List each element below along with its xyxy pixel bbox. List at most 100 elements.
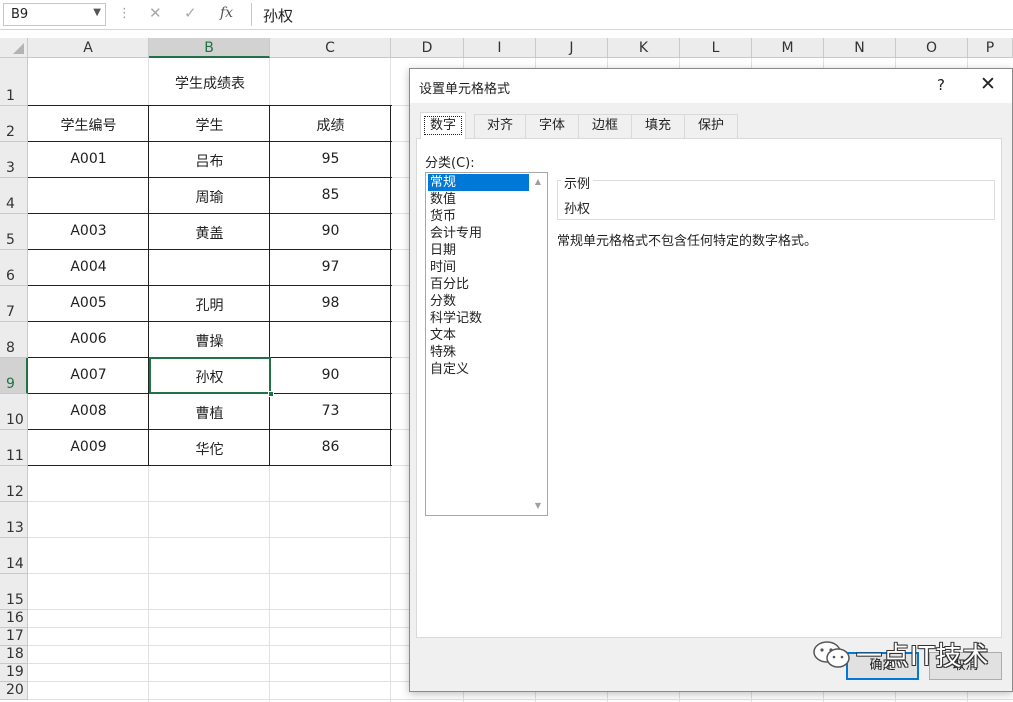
- sample-group: [557, 180, 995, 220]
- category-item-scientific[interactable]: 科学记数: [428, 310, 529, 327]
- column-header-p[interactable]: P: [968, 38, 1013, 58]
- table-cell[interactable]: A004: [28, 259, 149, 275]
- sample-label: 示例: [561, 173, 594, 192]
- table-cell[interactable]: A003: [28, 223, 149, 239]
- table-cell[interactable]: 华佗: [149, 439, 270, 459]
- row-header-13[interactable]: 13: [0, 502, 28, 538]
- category-label: 分类(C):: [425, 156, 475, 171]
- tab-protection[interactable]: 保护: [684, 114, 738, 138]
- header-cell[interactable]: 学生编号: [28, 115, 149, 135]
- name-box[interactable]: B9 ▼: [3, 3, 106, 26]
- table-cell[interactable]: 85: [270, 187, 391, 203]
- tab-number[interactable]: 数字: [420, 112, 466, 139]
- table-cell[interactable]: A005: [28, 295, 149, 311]
- row-header-2[interactable]: 2: [0, 106, 28, 142]
- row-header-5[interactable]: 5: [0, 214, 28, 250]
- row-header-10[interactable]: 10: [0, 394, 28, 430]
- column-header-c[interactable]: C: [270, 38, 391, 58]
- header-cell[interactable]: 成绩: [270, 115, 391, 135]
- column-header-a[interactable]: A: [28, 38, 149, 58]
- tab-font[interactable]: 字体: [525, 114, 579, 138]
- table-cell[interactable]: A001: [28, 151, 149, 167]
- row-number: 12: [6, 484, 24, 500]
- table-cell[interactable]: 95: [270, 151, 391, 167]
- table-cell[interactable]: 黄盖: [149, 223, 270, 243]
- category-item-date[interactable]: 日期: [428, 242, 529, 259]
- table-border: [28, 249, 392, 250]
- chevron-down-icon[interactable]: ▼: [93, 7, 101, 18]
- row-header-18[interactable]: 18: [0, 646, 28, 664]
- confirm-entry-icon[interactable]: ✓: [184, 4, 197, 22]
- tab-alignment[interactable]: 对齐: [474, 114, 526, 138]
- category-item-general[interactable]: 常规: [428, 174, 529, 191]
- row-header-19[interactable]: 19: [0, 664, 28, 682]
- category-item-percentage[interactable]: 百分比: [428, 276, 529, 293]
- category-item-fraction[interactable]: 分数: [428, 293, 529, 310]
- category-item-currency[interactable]: 货币: [428, 208, 529, 225]
- column-header-o[interactable]: O: [896, 38, 968, 58]
- insert-function-button[interactable]: fx: [220, 5, 233, 21]
- category-item-number[interactable]: 数值: [428, 191, 529, 208]
- row-header-7[interactable]: 7: [0, 286, 28, 322]
- row-number: 6: [6, 268, 15, 284]
- row-header-1[interactable]: 1: [0, 58, 28, 106]
- category-item-special[interactable]: 特殊: [428, 344, 529, 361]
- cancel-entry-icon[interactable]: ✕: [149, 4, 162, 22]
- row-header-20[interactable]: 20: [0, 682, 28, 700]
- table-cell[interactable]: A008: [28, 403, 149, 419]
- column-header-n[interactable]: N: [824, 38, 896, 58]
- row-header-14[interactable]: 14: [0, 538, 28, 574]
- category-item-accounting[interactable]: 会计专用: [428, 225, 529, 242]
- table-cell[interactable]: A009: [28, 439, 149, 455]
- table-cell[interactable]: 曹植: [149, 403, 270, 423]
- row-header-11[interactable]: 11: [0, 430, 28, 466]
- table-cell[interactable]: A007: [28, 367, 149, 383]
- column-header-i[interactable]: I: [464, 38, 536, 58]
- table-cell[interactable]: 周瑜: [149, 187, 270, 207]
- formula-input[interactable]: 孙权: [251, 3, 1011, 26]
- row-header-9[interactable]: 9: [0, 358, 28, 394]
- select-all-button[interactable]: [0, 38, 28, 58]
- table-cell[interactable]: 曹操: [149, 331, 270, 351]
- row-header-17[interactable]: 17: [0, 628, 28, 646]
- scroll-up-icon[interactable]: ▲: [531, 177, 545, 186]
- row-header-12[interactable]: 12: [0, 466, 28, 502]
- column-header-j[interactable]: J: [536, 38, 608, 58]
- selected-cell-b9[interactable]: [149, 357, 271, 394]
- close-button[interactable]: ✕: [980, 73, 996, 95]
- row-header-6[interactable]: 6: [0, 250, 28, 286]
- column-header-d[interactable]: D: [391, 38, 464, 58]
- column-header-l[interactable]: L: [680, 38, 752, 58]
- category-item-text[interactable]: 文本: [428, 327, 529, 344]
- column-header-b[interactable]: B: [149, 38, 270, 58]
- column-header-k[interactable]: K: [608, 38, 680, 58]
- row-header-16[interactable]: 16: [0, 610, 28, 628]
- table-cell[interactable]: 97: [270, 259, 391, 275]
- dialog-titlebar[interactable]: 设置单元格格式 ? ✕: [410, 69, 1012, 103]
- table-cell[interactable]: 孔明: [149, 295, 270, 315]
- table-cell[interactable]: 吕布: [149, 151, 270, 171]
- table-cell[interactable]: 98: [270, 295, 391, 311]
- row-number: 13: [6, 520, 24, 536]
- table-cell[interactable]: 73: [270, 403, 391, 419]
- fill-handle[interactable]: [268, 391, 274, 397]
- table-cell[interactable]: A006: [28, 331, 149, 347]
- help-button[interactable]: ?: [937, 76, 945, 94]
- category-item-time[interactable]: 时间: [428, 259, 529, 276]
- row-header-15[interactable]: 15: [0, 574, 28, 610]
- header-cell[interactable]: 学生: [149, 115, 270, 135]
- row-header-4[interactable]: 4: [0, 178, 28, 214]
- table-cell[interactable]: 90: [270, 367, 391, 383]
- scroll-down-icon[interactable]: ▼: [531, 501, 545, 510]
- column-header-m[interactable]: M: [752, 38, 824, 58]
- table-border: [28, 177, 392, 178]
- category-listbox[interactable]: 常规 数值 货币 会计专用 日期 时间 百分比 分数 科学记数 文本 特殊 自定…: [425, 172, 548, 516]
- table-cell[interactable]: 90: [270, 223, 391, 239]
- tab-border[interactable]: 边框: [578, 114, 632, 138]
- sheet-title[interactable]: 学生成绩表: [149, 73, 271, 93]
- tab-fill[interactable]: 填充: [631, 114, 685, 138]
- row-header-8[interactable]: 8: [0, 322, 28, 358]
- row-header-3[interactable]: 3: [0, 142, 28, 178]
- table-cell[interactable]: 86: [270, 439, 391, 455]
- category-item-custom[interactable]: 自定义: [428, 361, 529, 378]
